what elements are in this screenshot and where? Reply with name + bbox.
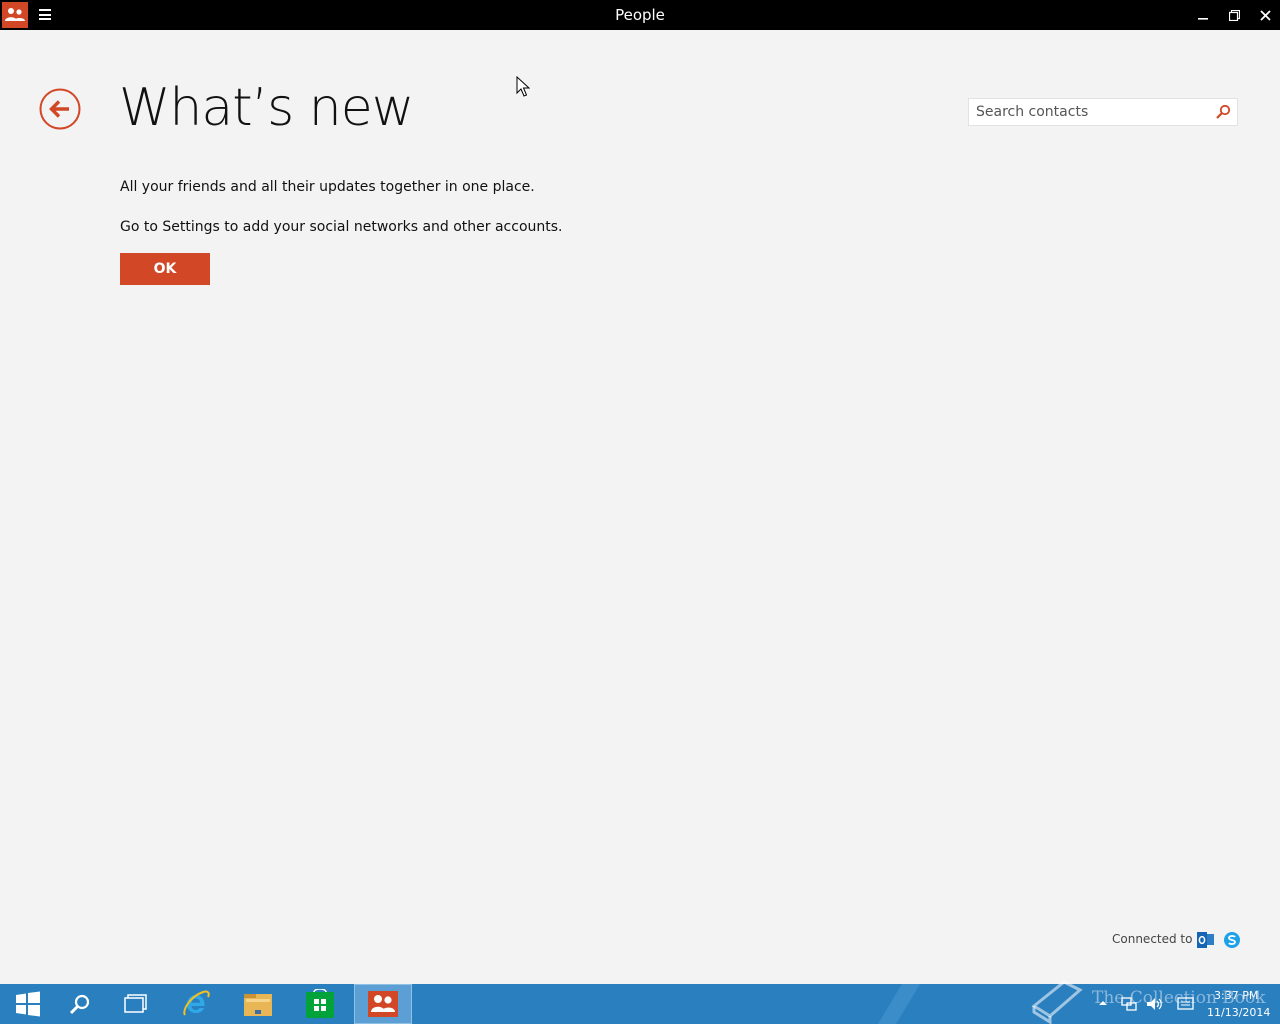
search-icon[interactable] (1215, 104, 1231, 120)
taskbar: The Collection Book (0, 980, 1280, 1024)
outlook-icon[interactable] (1197, 931, 1215, 949)
clock-date[interactable]: 11/13/2014 (1207, 1006, 1270, 1019)
search-box (968, 98, 1238, 126)
mouse-cursor-icon (516, 75, 531, 98)
title-bar: People (0, 0, 1280, 30)
back-arrow-icon[interactable] (39, 88, 81, 130)
start-icon[interactable] (0, 984, 56, 1024)
internet-explorer-icon[interactable] (168, 984, 224, 1024)
volume-icon[interactable] (1146, 996, 1164, 1012)
ok-button[interactable]: OK (120, 253, 210, 285)
connected-label: Connected to (1112, 932, 1193, 946)
window-title: People (615, 6, 665, 24)
search-input[interactable] (969, 99, 1221, 125)
taskbar-decoration (878, 984, 920, 1024)
skype-icon[interactable] (1223, 931, 1241, 949)
store-icon[interactable] (292, 984, 348, 1024)
close-icon[interactable] (1250, 0, 1280, 30)
minimize-icon[interactable] (1188, 0, 1218, 30)
show-hidden-icons-icon[interactable] (1098, 998, 1108, 1008)
network-icon[interactable] (1121, 996, 1137, 1012)
action-center-icon[interactable] (1177, 997, 1195, 1011)
clock-time[interactable]: 3:37 PM (1214, 989, 1258, 1002)
restore-icon[interactable] (1219, 0, 1249, 30)
task-view-icon[interactable] (108, 984, 164, 1024)
search-icon[interactable] (52, 984, 108, 1024)
page-title: What’s new (119, 78, 414, 138)
people-icon[interactable] (354, 984, 412, 1024)
message-line-1: All your friends and all their updates t… (120, 179, 535, 195)
book-logo-icon (1031, 980, 1083, 1024)
message-line-2: Go to Settings to add your social networ… (120, 219, 563, 235)
file-explorer-icon[interactable] (230, 984, 286, 1024)
